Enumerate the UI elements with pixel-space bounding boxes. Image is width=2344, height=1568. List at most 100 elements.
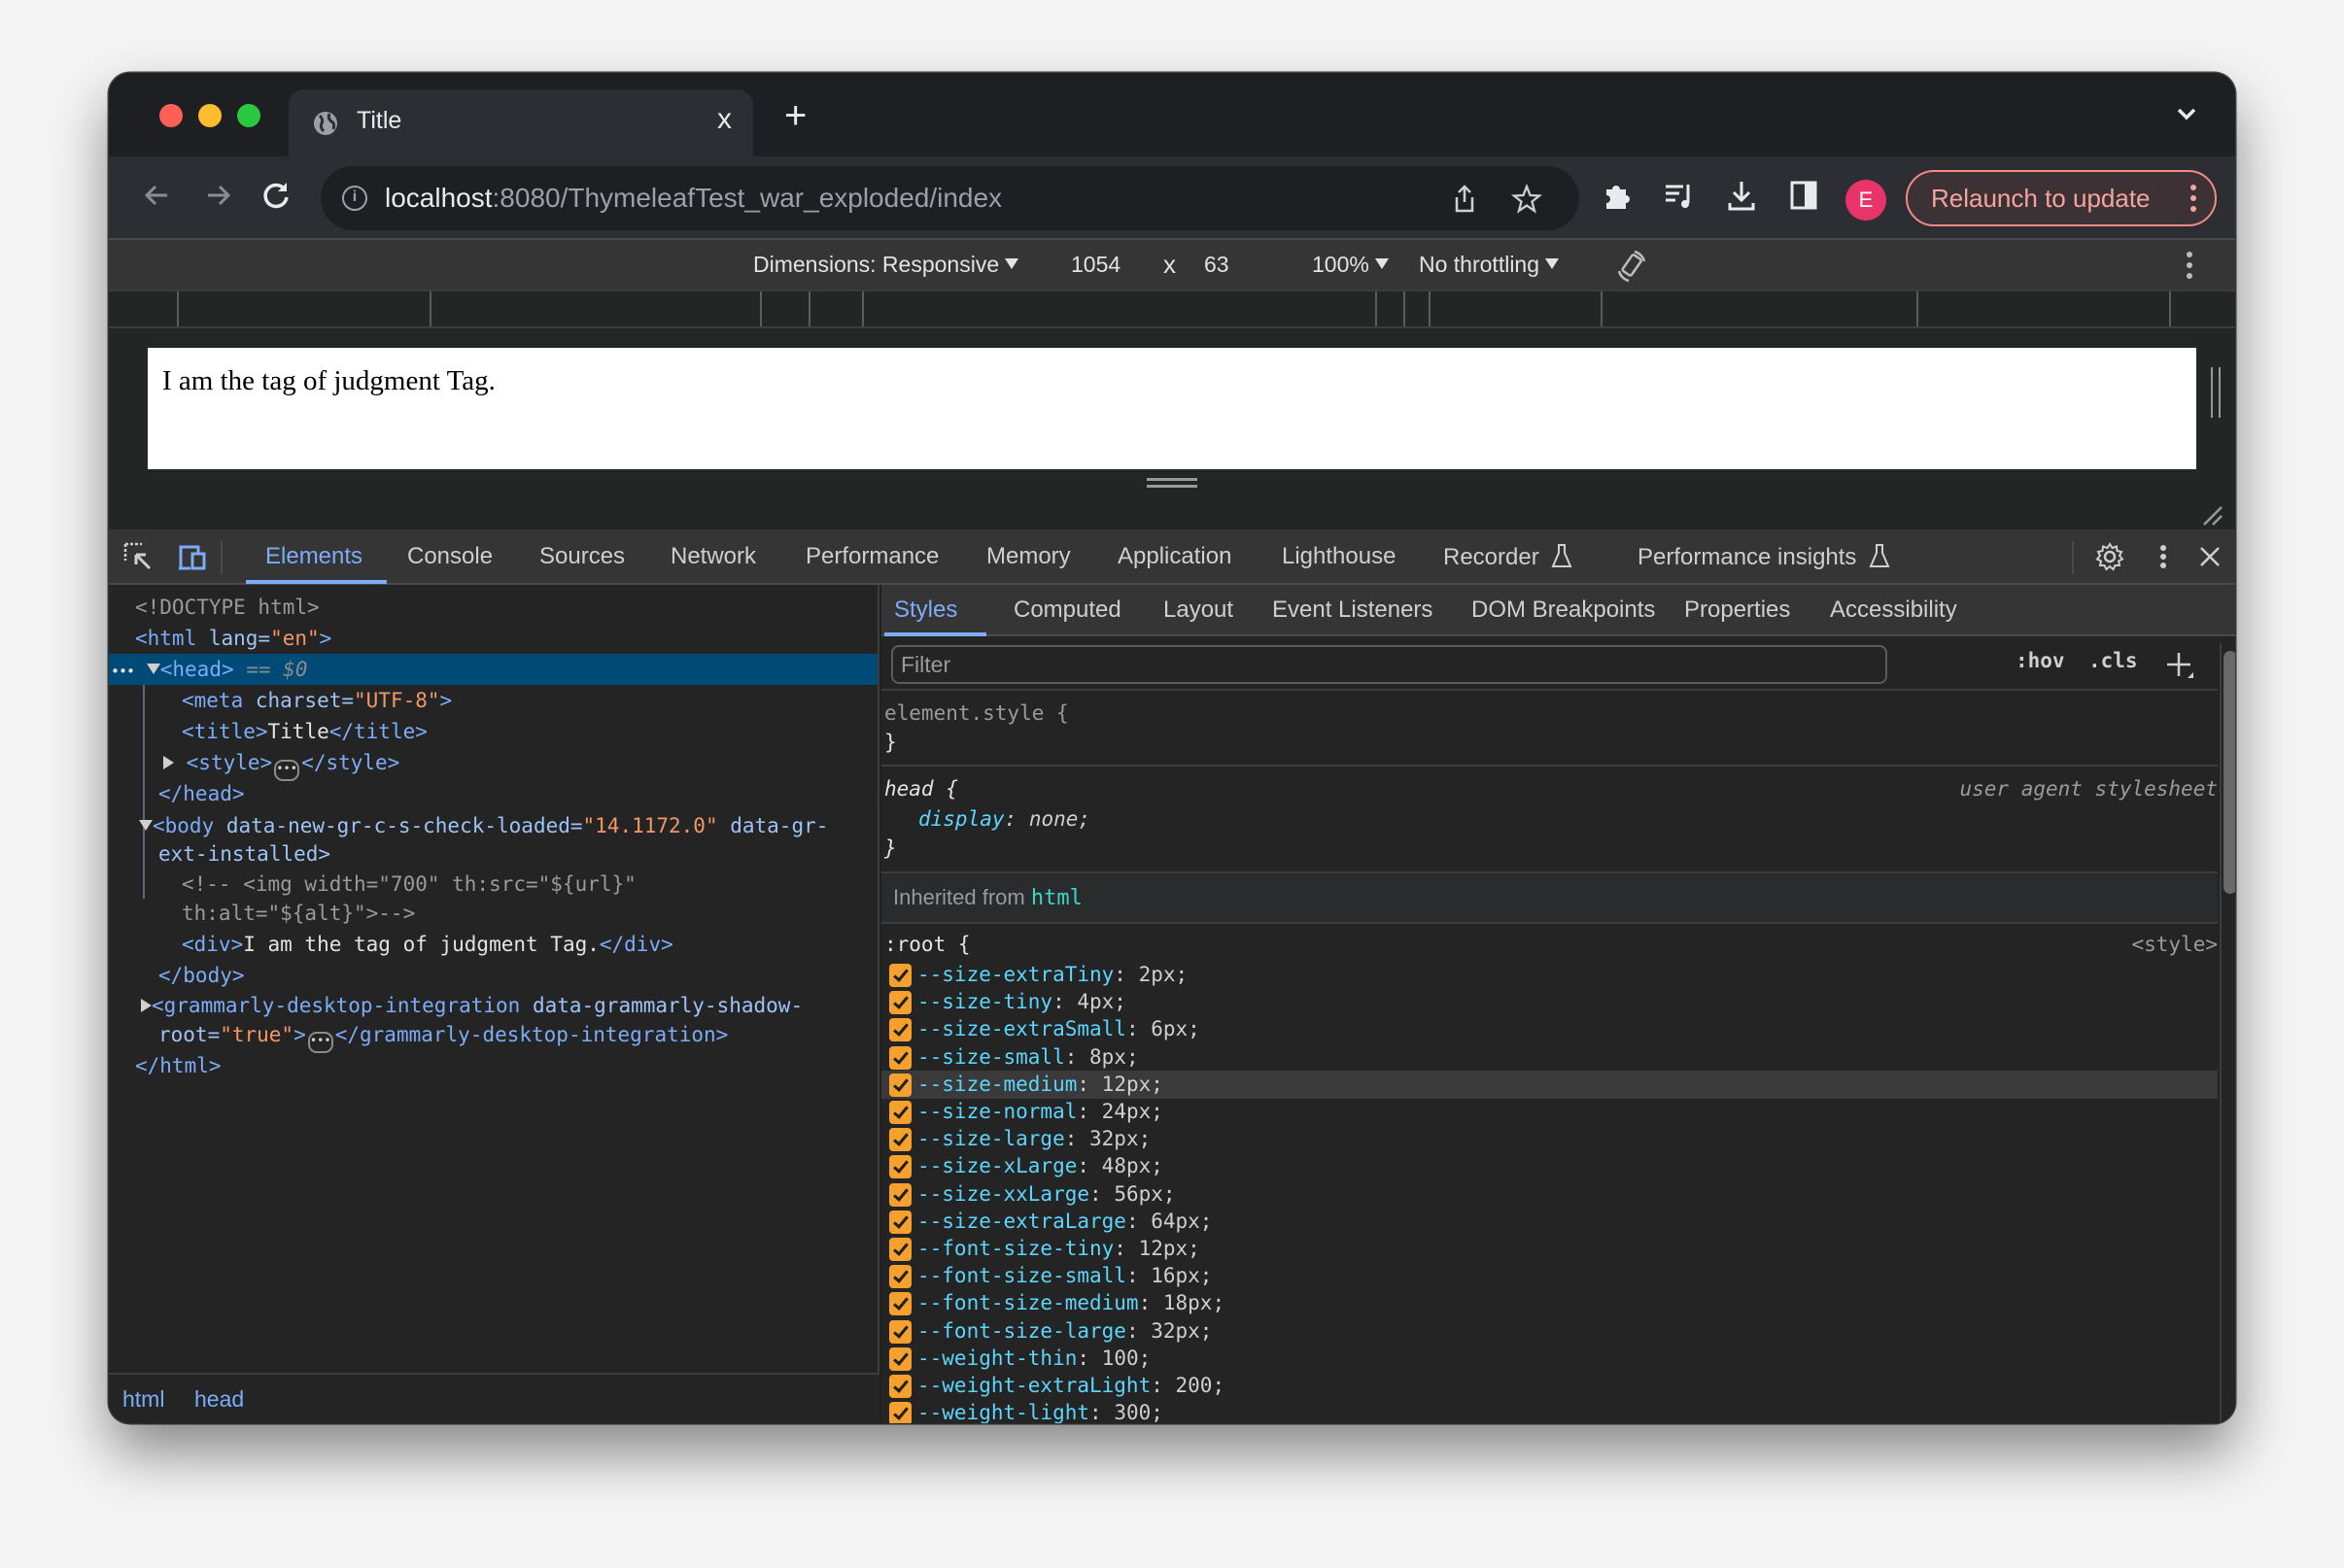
element-style-selector[interactable]: element.style { bbox=[884, 701, 1069, 725]
css-variable-declaration[interactable]: --font-size-tiny: 12px; bbox=[917, 1235, 1200, 1263]
css-variable-declaration[interactable]: --weight-extraLight: 200; bbox=[917, 1372, 1224, 1400]
dom-node-grammarly[interactable]: <grammarly-desktop-integration data-gram… bbox=[109, 990, 878, 1021]
property-enabled-checkbox[interactable] bbox=[889, 1182, 912, 1207]
profile-avatar[interactable]: E bbox=[1845, 180, 1886, 221]
hover-state-toggle[interactable]: :hov bbox=[2016, 649, 2065, 672]
css-variable-declaration[interactable]: --size-xxLarge: 56px; bbox=[917, 1180, 1176, 1209]
css-variable-row[interactable]: --weight-light: 300; bbox=[881, 1399, 2218, 1423]
tab-network[interactable]: Network bbox=[671, 543, 756, 570]
property-enabled-checkbox[interactable] bbox=[889, 1292, 912, 1316]
styles-scrollbar[interactable] bbox=[2220, 643, 2235, 1423]
forward-arrow-icon[interactable] bbox=[198, 176, 237, 215]
property-enabled-checkbox[interactable] bbox=[889, 1375, 912, 1398]
scrollbar-thumb[interactable] bbox=[2223, 651, 2235, 894]
css-variable-declaration[interactable]: --size-xLarge: 48px; bbox=[917, 1152, 1163, 1180]
css-variable-row[interactable]: --size-medium: 12px; bbox=[881, 1070, 2218, 1099]
property-enabled-checkbox[interactable] bbox=[889, 1101, 912, 1124]
dom-node-grammarly-cont[interactable]: root="true"> ••• </grammarly-desktop-integ… bbox=[109, 1019, 878, 1053]
tab-computed[interactable]: Computed bbox=[1014, 597, 1121, 624]
css-variable-row[interactable]: --size-xLarge: 48px; bbox=[881, 1152, 2218, 1180]
css-variable-row[interactable]: --size-extraTiny: 2px; bbox=[881, 961, 2218, 989]
bookmark-star-icon[interactable] bbox=[1510, 183, 1543, 216]
tab-sources[interactable]: Sources bbox=[539, 543, 625, 570]
css-variable-declaration[interactable]: --size-large: 32px; bbox=[917, 1125, 1151, 1153]
css-variable-declaration[interactable]: --size-extraTiny: 2px; bbox=[917, 961, 1188, 989]
css-variable-row[interactable]: --size-tiny: 4px; bbox=[881, 988, 2218, 1016]
tab-properties[interactable]: Properties bbox=[1684, 597, 1790, 624]
side-panel-icon[interactable] bbox=[1786, 178, 1821, 213]
css-variable-declaration[interactable]: --size-extraLarge: 64px; bbox=[917, 1208, 1212, 1236]
css-variable-row[interactable]: --size-extraLarge: 64px; bbox=[881, 1208, 2218, 1236]
css-variable-declaration[interactable]: --font-size-small: 16px; bbox=[917, 1262, 1212, 1290]
reload-icon[interactable] bbox=[257, 176, 295, 215]
viewport-height-input[interactable]: 63 bbox=[1204, 252, 1229, 278]
dom-node-comment[interactable]: <!-- <img width="700" th:src="${url}" bbox=[109, 869, 878, 900]
more-vertical-icon[interactable] bbox=[2189, 182, 2197, 215]
dom-node-title[interactable]: <title>Title</title> bbox=[109, 716, 878, 747]
dom-node-body-cont[interactable]: ext-installed> bbox=[109, 838, 878, 869]
dom-node-meta[interactable]: <meta charset="UTF-8"> bbox=[109, 685, 878, 716]
css-variable-declaration[interactable]: --font-size-large: 32px; bbox=[917, 1317, 1212, 1346]
close-window-button[interactable] bbox=[159, 104, 183, 127]
inherited-from-link[interactable]: html bbox=[1031, 886, 1083, 910]
css-variable-row[interactable]: --weight-thin: 100; bbox=[881, 1345, 2218, 1373]
property-enabled-checkbox[interactable] bbox=[889, 1073, 912, 1097]
css-variable-declaration[interactable]: --weight-thin: 100; bbox=[917, 1345, 1151, 1373]
css-variable-row[interactable]: --size-xxLarge: 56px; bbox=[881, 1180, 2218, 1209]
dimensions-dropdown[interactable]: Dimensions: Responsive bbox=[753, 252, 1019, 278]
property-enabled-checkbox[interactable] bbox=[889, 991, 912, 1015]
css-variable-declaration[interactable]: --size-normal: 24px; bbox=[917, 1098, 1163, 1126]
new-style-rule-icon[interactable] bbox=[2164, 649, 2197, 682]
css-variable-row[interactable]: --font-size-tiny: 12px; bbox=[881, 1235, 2218, 1263]
download-icon[interactable] bbox=[1724, 178, 1759, 213]
devtools-more-icon[interactable] bbox=[2148, 541, 2179, 572]
tab-close-icon[interactable]: x bbox=[717, 103, 732, 136]
url-text[interactable]: localhost:8080/ThymeleafTest_war_explode… bbox=[385, 183, 1002, 214]
dom-node-head-selected[interactable]: ••• <head> == $0 bbox=[109, 654, 878, 685]
tab-event-listeners[interactable]: Event Listeners bbox=[1272, 597, 1432, 624]
property-enabled-checkbox[interactable] bbox=[889, 1155, 912, 1179]
dom-node-body-close[interactable]: </body> bbox=[109, 960, 878, 991]
css-variable-declaration[interactable]: --size-small: 8px; bbox=[917, 1043, 1139, 1072]
property-enabled-checkbox[interactable] bbox=[889, 1018, 912, 1042]
media-query-ruler[interactable] bbox=[109, 290, 2235, 328]
property-enabled-checkbox[interactable] bbox=[889, 1045, 912, 1070]
dom-node-style[interactable]: <style> ••• </style> bbox=[109, 747, 878, 781]
browser-tab[interactable]: Title x bbox=[289, 89, 753, 156]
tab-performance[interactable]: Performance bbox=[806, 543, 939, 570]
property-enabled-checkbox[interactable] bbox=[889, 1128, 912, 1152]
css-variable-row[interactable]: --font-size-large: 32px; bbox=[881, 1317, 2218, 1346]
dom-node-html-close[interactable]: </html> bbox=[109, 1050, 878, 1081]
css-variable-row[interactable]: --size-normal: 24px; bbox=[881, 1098, 2218, 1126]
tab-dom-breakpoints[interactable]: DOM Breakpoints bbox=[1471, 597, 1655, 624]
viewport-corner-resize-icon[interactable] bbox=[2200, 503, 2223, 527]
share-icon[interactable] bbox=[1448, 183, 1481, 216]
media-controls-icon[interactable] bbox=[1662, 178, 1697, 213]
extensions-puzzle-icon[interactable] bbox=[1601, 178, 1636, 213]
dom-node-div[interactable]: <div>I am the tag of judgment Tag.</div> bbox=[109, 929, 878, 960]
dom-node-head-close[interactable]: </head> bbox=[109, 778, 878, 809]
css-variable-declaration[interactable]: --font-size-medium: 18px; bbox=[917, 1289, 1224, 1317]
css-variable-declaration[interactable]: --weight-light: 300; bbox=[917, 1399, 1163, 1423]
css-variable-row[interactable]: --font-size-small: 16px; bbox=[881, 1262, 2218, 1290]
dom-node-html[interactable]: <html lang="en"> bbox=[109, 623, 878, 654]
css-variable-row[interactable]: --weight-extraLight: 200; bbox=[881, 1372, 2218, 1400]
tab-console[interactable]: Console bbox=[407, 543, 493, 570]
node-actions-ellipsis-icon[interactable]: ••• bbox=[111, 663, 135, 680]
address-bar[interactable]: i localhost:8080/ThymeleafTest_war_explo… bbox=[321, 166, 1579, 230]
css-variable-row[interactable]: --size-large: 32px; bbox=[881, 1125, 2218, 1153]
throttling-dropdown[interactable]: No throttling bbox=[1419, 252, 1560, 278]
relaunch-to-update-button[interactable]: Relaunch to update bbox=[1906, 170, 2217, 226]
css-variable-declaration[interactable]: --size-tiny: 4px; bbox=[917, 988, 1126, 1016]
new-tab-button[interactable]: + bbox=[784, 96, 807, 135]
breadcrumb-head[interactable]: head bbox=[194, 1386, 244, 1413]
zoom-window-button[interactable] bbox=[237, 104, 260, 127]
rotate-icon[interactable] bbox=[1613, 248, 1650, 285]
tab-accessibility[interactable]: Accessibility bbox=[1830, 597, 1957, 624]
tab-memory[interactable]: Memory bbox=[986, 543, 1071, 570]
dom-node-comment-cont[interactable]: th:alt="${alt}">--> bbox=[109, 898, 878, 929]
root-rule-selector[interactable]: :root { bbox=[884, 933, 971, 956]
property-enabled-checkbox[interactable] bbox=[889, 964, 912, 987]
css-variable-declaration[interactable]: --size-medium: 12px; bbox=[917, 1071, 1163, 1099]
styles-filter-input[interactable]: Filter bbox=[891, 645, 1887, 684]
